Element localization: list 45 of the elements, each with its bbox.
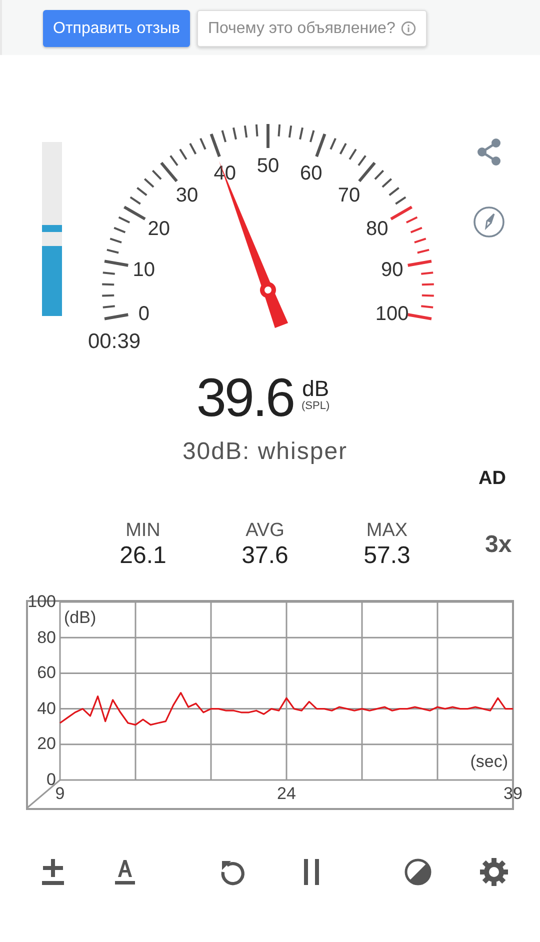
contrast-icon[interactable]	[404, 858, 432, 886]
axis-label: 100	[28, 592, 56, 612]
axis-label: 80	[37, 628, 56, 648]
ad-label: AD	[478, 468, 506, 490]
stat-label: MAX	[366, 520, 408, 542]
gauge-label: 0	[138, 302, 150, 325]
why-this-ad-button[interactable]: Почему это объявление?	[197, 10, 428, 47]
gauge-label: 90	[380, 259, 404, 282]
sound-level-reading: 39.6	[196, 368, 294, 428]
gauge-label: 100	[375, 302, 409, 325]
stat-label: MIN	[126, 520, 160, 542]
axis-label: 39	[504, 784, 522, 804]
reference-level-text: 30dB: whisper	[182, 438, 348, 466]
stat-value: 57.3	[364, 542, 410, 570]
gauge-label: 60	[300, 162, 322, 185]
zoom-button[interactable]: 3x	[485, 531, 512, 559]
info-icon	[401, 21, 416, 36]
axis-label: 40	[37, 698, 56, 719]
stat-label: AVG	[246, 520, 284, 542]
axis-label: 24	[277, 784, 296, 804]
share-icon[interactable]	[476, 138, 502, 166]
gauge-label: 10	[132, 259, 156, 282]
reset-icon[interactable]	[219, 858, 247, 886]
gauge-label: 80	[366, 218, 388, 240]
unit-qualifier: (SPL)	[301, 400, 330, 412]
gauge-label: 70	[338, 184, 360, 206]
stat-value: 26.1	[120, 542, 166, 570]
axis-title: (sec)	[470, 752, 508, 772]
send-feedback-button[interactable]: Отправить отзыв	[43, 10, 190, 47]
unit-label: dB	[302, 378, 329, 400]
compass-icon[interactable]	[473, 206, 505, 238]
settings-icon[interactable]	[479, 857, 509, 887]
axis-label: 60	[37, 663, 56, 684]
axis-label: 9	[55, 784, 65, 804]
gauge-label: 50	[256, 155, 280, 177]
elapsed-time: 00:39	[87, 330, 141, 354]
font-icon[interactable]	[114, 857, 136, 887]
axis-title: (dB)	[64, 608, 96, 628]
stat-value: 37.6	[242, 542, 288, 570]
pause-icon[interactable]	[303, 858, 321, 886]
plus-minus-icon[interactable]	[40, 857, 66, 887]
gauge-label: 30	[176, 184, 198, 206]
axis-label: 0	[46, 770, 56, 790]
axis-label: 20	[37, 734, 56, 754]
gauge-label: 20	[148, 218, 170, 240]
